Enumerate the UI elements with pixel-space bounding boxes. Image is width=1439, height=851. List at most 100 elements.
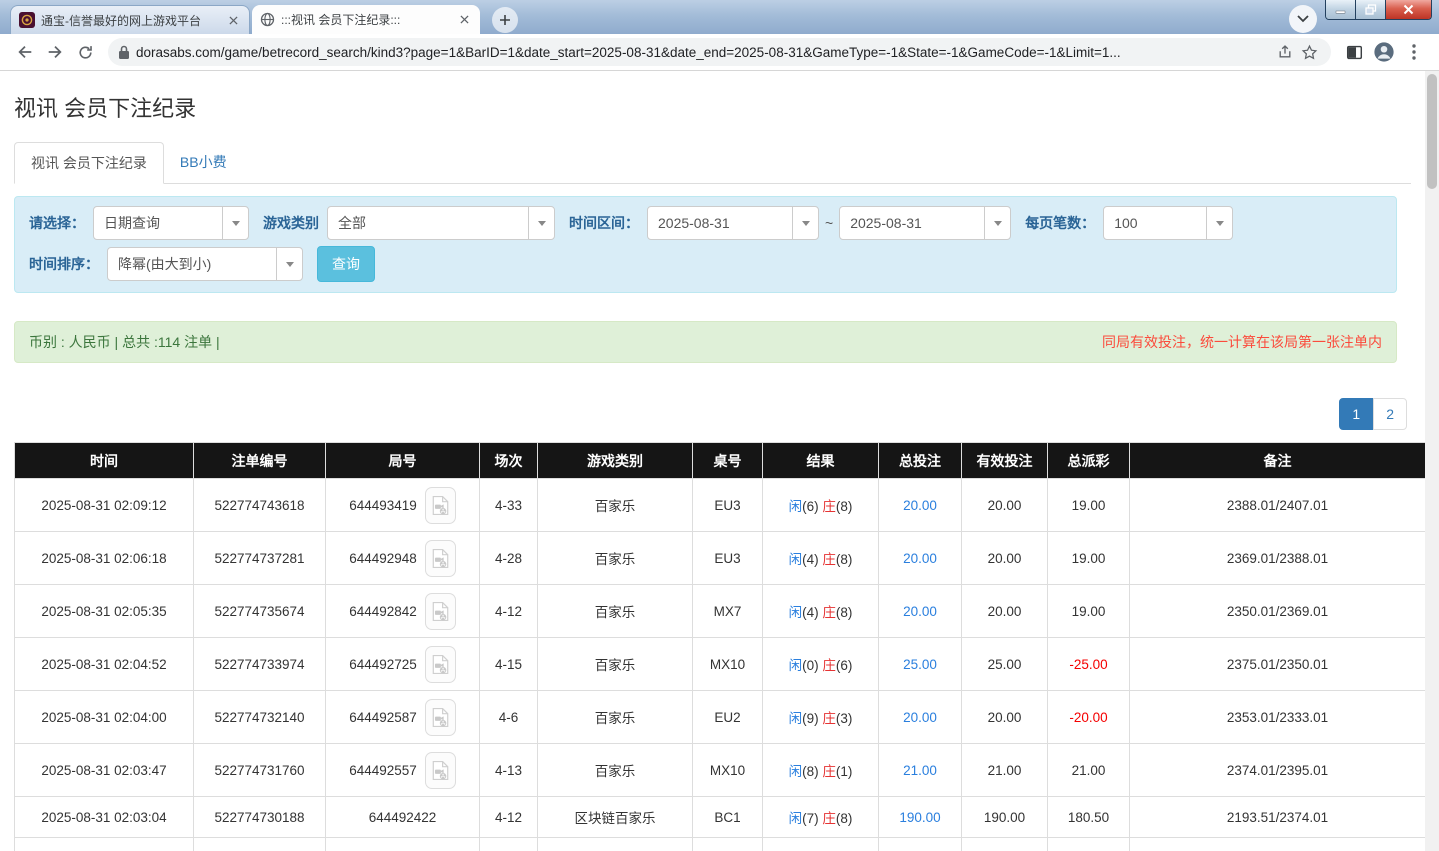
browser-tab-1[interactable]: 通宝-信誉最好的网上游戏平台: [10, 5, 250, 34]
cell-game-type: 百家乐: [537, 690, 693, 744]
dropdown-arrow-icon: [276, 248, 302, 280]
cell-payout: 21.00: [1047, 743, 1130, 797]
summary-bar: 币别 : 人民币 | 总共 :114 注单 | 同局有效投注，统一计算在该局第一…: [14, 321, 1397, 363]
page-title: 视讯 会员下注纪录: [14, 96, 197, 121]
close-button[interactable]: [1386, 0, 1431, 19]
cell-bet-id: 522774737281: [193, 531, 326, 585]
page-tab-bar: 视讯 会员下注纪录 BB小费: [14, 142, 1411, 184]
back-icon: [18, 45, 32, 59]
cell-payout: 19.00: [1047, 531, 1130, 585]
cell-game-type: 百家乐: [537, 531, 693, 585]
video-replay-button[interactable]: [424, 486, 456, 524]
cell-round-id: 644492557: [325, 743, 480, 797]
bet-records-table: 时间 注单编号 局号 场次 游戏类别 桌号 结果 总投注 有效投注 总派彩 备注 2025-08-3…: [14, 442, 1425, 851]
cell-table-no: MX10: [692, 743, 763, 797]
menu-button[interactable]: [1399, 37, 1429, 67]
tab-close-icon[interactable]: [225, 12, 241, 28]
cell-payout: 19.00: [1047, 478, 1130, 532]
cell-session: 4-15: [479, 637, 538, 691]
cell-payout: 180.50: [1047, 796, 1130, 838]
video-replay-button[interactable]: [424, 645, 456, 683]
cell-valid-bet: 20.00: [961, 584, 1048, 638]
video-replay-button[interactable]: [424, 592, 456, 630]
address-bar[interactable]: dorasabs.com/game/betrecord_search/kind3…: [108, 38, 1331, 66]
cell-round-id: 644492948: [325, 531, 480, 585]
pagination-page-1[interactable]: 1: [1339, 398, 1374, 430]
avatar-icon: [1374, 42, 1394, 62]
video-replay-button[interactable]: [424, 539, 456, 577]
cell-game-type: 百家乐: [537, 743, 693, 797]
table-row: 2025-08-31 02:06:18 522774737281 644492948…: [14, 531, 1425, 585]
search-button[interactable]: 查询: [317, 246, 375, 282]
bet-table-body: 2025-08-31 02:09:12 522774743618 644493419…: [14, 478, 1425, 851]
game-type-label: 游戏类别: [263, 215, 319, 231]
date-start-select[interactable]: 2025-08-31: [647, 206, 819, 240]
column-header: 场次: [479, 442, 538, 479]
video-replay-button[interactable]: [424, 751, 456, 789]
bookmark-button[interactable]: [1297, 40, 1321, 64]
profile-button[interactable]: [1369, 37, 1399, 67]
page-size-label: 每页笔数：: [1025, 215, 1096, 231]
cell-bet-id: 522774735674: [193, 584, 326, 638]
cell-round-id: 644492587: [325, 690, 480, 744]
restore-button[interactable]: [1356, 0, 1386, 19]
page-size-select[interactable]: 100: [1103, 206, 1234, 240]
cell-result: 闲(4) 庄(8): [762, 531, 879, 585]
forward-button[interactable]: [40, 37, 70, 67]
brand-favicon-icon: [19, 12, 35, 28]
column-header: 注单编号: [193, 442, 326, 479]
page-viewport: 视讯 会员下注纪录 视讯 会员下注纪录 BB小费 请选择： 日期查询 游戏类别 …: [0, 71, 1439, 851]
cell-result: 闲(0) 庄(6): [762, 637, 879, 691]
cell-time: 2025-08-31 02:04:00: [14, 690, 194, 744]
restore-icon: [1364, 4, 1376, 15]
side-panel-button[interactable]: [1339, 37, 1369, 67]
cell-game-type: 百家乐: [537, 478, 693, 532]
cell-note: 2375.01/2350.01: [1129, 637, 1425, 691]
new-tab-button[interactable]: [492, 7, 518, 33]
filter-row-2: 时间排序： 降幂(由大到小) 查询: [23, 246, 1388, 282]
cell-table-no: EU2: [692, 690, 763, 744]
currency-total-text: 币别 : 人民币 | 总共 :114 注单 |: [29, 334, 220, 350]
cell-table-no: EU3: [692, 478, 763, 532]
tab-search-button[interactable]: [1289, 5, 1317, 33]
share-button[interactable]: [1273, 40, 1297, 64]
cell-result: 闲(4) 庄(8): [762, 584, 879, 638]
reload-button[interactable]: [70, 37, 100, 67]
cell-payout: -20.00: [1047, 690, 1130, 744]
cell-bet-id: 522774727558: [193, 837, 326, 851]
back-button[interactable]: [10, 37, 40, 67]
browser-tab-2[interactable]: :::视讯 会员下注纪录:::: [252, 5, 480, 34]
sort-select[interactable]: 降幂(由大到小): [107, 247, 303, 281]
video-replay-icon: [432, 601, 449, 621]
column-header: 桌号: [692, 442, 763, 479]
cell-total-bet: 300.00: [878, 837, 962, 851]
query-type-select[interactable]: 日期查询: [93, 206, 249, 240]
scrollbar-thumb[interactable]: [1427, 74, 1437, 189]
video-replay-icon: [432, 707, 449, 727]
cell-total-bet: 20.00: [878, 531, 962, 585]
minimize-button[interactable]: [1326, 0, 1356, 19]
cell-time: 2025-08-31 02:06:18: [14, 531, 194, 585]
cell-time: 2025-08-31 02:05:35: [14, 584, 194, 638]
share-icon: [1279, 45, 1291, 58]
tab-bet-records[interactable]: 视讯 会员下注纪录: [14, 142, 164, 184]
cell-note: 2353.01/2333.01: [1129, 690, 1425, 744]
date-end-select[interactable]: 2025-08-31: [839, 206, 1012, 240]
column-header: 游戏类别: [537, 442, 693, 479]
column-header: 局号: [325, 442, 480, 479]
tab-bb-tips[interactable]: BB小费: [164, 142, 243, 184]
cell-total-bet: 20.00: [878, 584, 962, 638]
video-replay-button[interactable]: [424, 698, 456, 736]
vertical-scrollbar[interactable]: [1425, 71, 1439, 851]
game-type-select[interactable]: 全部: [327, 206, 555, 240]
table-row: 2025-08-31 02:05:35 522774735674 644492842…: [14, 584, 1425, 638]
cell-note: 2374.01/2395.01: [1129, 743, 1425, 797]
tab-title: :::视讯 会员下注纪录:::: [281, 13, 401, 27]
cell-round-id: 644492422: [325, 796, 480, 838]
pagination-page-2[interactable]: 2: [1373, 398, 1407, 430]
cell-valid-bet: 190.00: [961, 796, 1048, 838]
filter-panel: 请选择： 日期查询 游戏类别 全部 时间区间： 2025-08-31 ~ 202…: [14, 196, 1397, 293]
cell-time: 2025-08-31 02:01:48: [14, 837, 194, 851]
dropdown-arrow-icon: [1206, 207, 1232, 239]
tab-close-icon[interactable]: [456, 12, 472, 28]
